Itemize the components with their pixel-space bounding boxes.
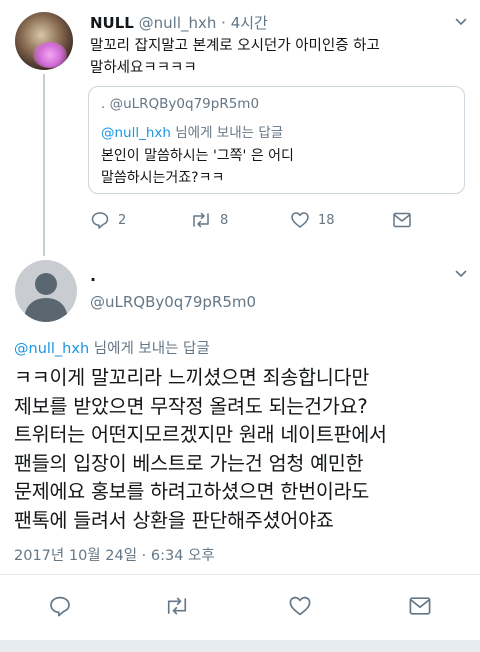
reply-button[interactable]: 2 [90, 210, 126, 230]
quoted-text: 본인이 말씀하시는 '그쪽' 은 어디 말씀하시는거죠?ㅋㅋ [101, 148, 294, 186]
avatar[interactable] [15, 12, 73, 70]
reply-context: @null_hxh 님에게 보내는 답글 [14, 341, 210, 357]
tweet-header: NULL @null_hxh · 4시간 [90, 12, 268, 33]
quoted-handle: . @uLRQBy0q79pR5m0 [101, 96, 260, 112]
like-count: 18 [318, 212, 335, 228]
default-avatar-icon [24, 273, 68, 322]
chevron-down-icon[interactable] [455, 268, 467, 280]
bottom-separator [0, 640, 480, 652]
reply-mention-link[interactable]: @null_hxh [14, 341, 89, 357]
like-icon [291, 212, 309, 228]
tweet-timestamp[interactable]: 2017년 10월 24일 · 6:34 오후 [14, 544, 215, 565]
retweet-button[interactable]: 8 [190, 210, 228, 230]
tweet-actions: 2 8 18 [90, 210, 470, 234]
tweet-actions [0, 590, 480, 624]
reply-icon [91, 212, 109, 229]
user-handle[interactable]: @null_hxh [139, 14, 217, 32]
retweet-button[interactable] [164, 594, 190, 618]
reply-mention-link[interactable]: @null_hxh [101, 125, 171, 141]
quoted-reply-context: @null_hxh 님에게 보내는 답글 [101, 125, 284, 141]
avatar[interactable] [15, 260, 77, 322]
like-button[interactable] [288, 594, 312, 618]
quoted-tweet[interactable]: . @uLRQBy0q79pR5m0 @null_hxh 님에게 보내는 답글 … [88, 86, 465, 194]
retweet-count: 8 [220, 212, 229, 228]
tweet-time: · 4시간 [221, 14, 268, 32]
tweet-text: ㅋㅋ이게 말꼬리라 느끼셨으면 죄송합니다만 제보를 받았으면 무작정 올려도 … [14, 366, 387, 532]
dm-button[interactable] [392, 210, 412, 230]
like-icon [289, 596, 311, 616]
reply-button[interactable] [48, 594, 72, 618]
divider [0, 574, 480, 575]
dm-button[interactable] [408, 594, 432, 618]
display-name[interactable]: NULL [90, 14, 134, 32]
dm-icon [409, 597, 431, 615]
retweet-icon [193, 212, 209, 228]
user-handle[interactable]: @uLRQBy0q79pR5m0 [90, 293, 256, 311]
reply-icon [50, 596, 70, 617]
dm-icon [393, 212, 411, 228]
retweet-icon [167, 597, 187, 615]
display-name[interactable]: . [90, 266, 96, 285]
chevron-down-icon[interactable] [455, 16, 467, 28]
like-button[interactable]: 18 [290, 210, 335, 230]
tweet-text: 말꼬리 잡지말고 본계로 오시던가 아미인증 하고 말하세요ㅋㅋㅋㅋ [90, 38, 380, 76]
thread-line [43, 74, 45, 256]
reply-count: 2 [118, 212, 127, 228]
